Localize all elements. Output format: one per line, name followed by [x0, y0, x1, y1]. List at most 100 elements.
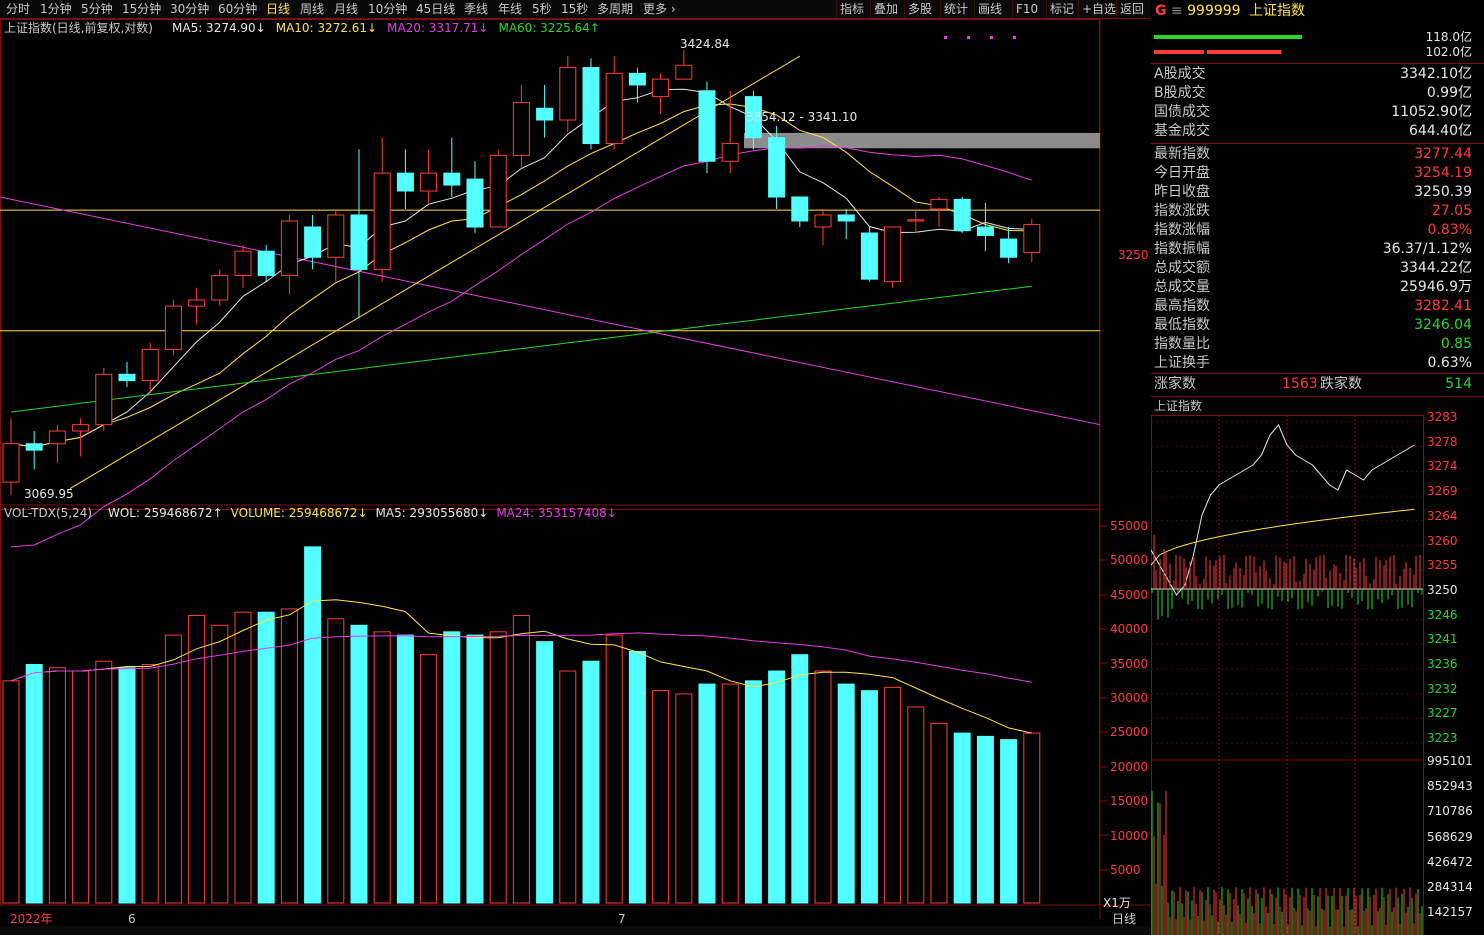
- volume-axis-tick: 15000: [1110, 794, 1149, 809]
- intraday-volume-tick: 142157: [1427, 905, 1473, 920]
- candle-body: [396, 172, 414, 192]
- indicator-tab-bar[interactable]: [0, 926, 1150, 935]
- candle-body: [211, 275, 229, 301]
- period-tab[interactable]: 1分钟: [40, 1, 72, 17]
- volume-bar: [280, 608, 298, 904]
- intraday-price-tick: 3250: [1427, 582, 1458, 597]
- candle-body: [930, 198, 948, 210]
- tool-button[interactable]: +自选: [1082, 1, 1116, 17]
- tool-button[interactable]: 叠加: [874, 1, 898, 17]
- volume-bar: [953, 732, 971, 904]
- volume-bar: [768, 670, 786, 904]
- volume-axis-tick: 5000: [1110, 863, 1141, 877]
- turnover-row: 基金成交 644.40亿: [1154, 123, 1472, 139]
- period-tab[interactable]: 60分钟: [218, 1, 257, 17]
- period-tab[interactable]: 季线: [464, 1, 488, 17]
- tool-button[interactable]: 返回: [1120, 1, 1144, 17]
- stat-row: 总成交额 3344.22亿: [1154, 260, 1472, 276]
- bar-value-2: 102.0亿: [1425, 45, 1472, 59]
- volume-axis-tick: 30000: [1110, 691, 1149, 705]
- period-tab[interactable]: 周线: [300, 1, 324, 17]
- buy-bar: [1154, 35, 1302, 39]
- tool-button[interactable]: F10: [1016, 1, 1038, 17]
- period-tab[interactable]: 45日线: [416, 1, 455, 17]
- tool-button[interactable]: 标记: [1050, 1, 1074, 17]
- volume-axis-tick: 40000: [1110, 622, 1149, 637]
- candle-body: [721, 143, 739, 162]
- ma20-line: [10, 144, 1032, 548]
- trend-line-up: [69, 55, 801, 489]
- period-tab[interactable]: 5分钟: [81, 1, 113, 17]
- sell-bar-2: [1207, 50, 1281, 54]
- intraday-volume-tick: 284314: [1427, 880, 1473, 894]
- period-tab[interactable]: 30分钟: [170, 1, 209, 17]
- volume-legend-item: VOLUME: 259468672↓: [230, 506, 368, 520]
- chart-area[interactable]: 上证指数(日线,前复权,对数) MA5: 3274.90↓ MA10: 3272.…: [0, 19, 1150, 935]
- candle-body: [976, 226, 994, 236]
- kline-chart[interactable]: [0, 19, 1150, 935]
- candle-body: [164, 305, 182, 350]
- stat-row: 上证换手 0.63%: [1154, 355, 1472, 371]
- volume-axis-tick: 55000: [1110, 519, 1149, 533]
- period-tab[interactable]: 更多 ›: [643, 1, 676, 17]
- candle-body: [559, 67, 577, 121]
- intraday-price-tick: 3255: [1427, 558, 1458, 573]
- volume-legend-item: MA5: 293055680↓: [375, 506, 489, 520]
- candle-body: [652, 78, 670, 98]
- volume-bar: [141, 663, 159, 904]
- candle-body: [95, 373, 113, 426]
- tool-button[interactable]: 多股: [908, 1, 932, 17]
- price-pane-frame: [0, 19, 1100, 510]
- volume-axis-tick: 10000: [1110, 828, 1149, 843]
- period-tab[interactable]: 5秒: [532, 1, 552, 17]
- intraday-volume-tick: 710786: [1427, 804, 1473, 819]
- volume-bar: [536, 641, 554, 904]
- volume-bar: [420, 654, 438, 904]
- volume-unit: X1万: [1103, 896, 1131, 910]
- intraday-price-line: [1151, 424, 1415, 596]
- candle-body: [837, 214, 855, 222]
- period-tab[interactable]: 15秒: [561, 1, 588, 17]
- turnover-row: A股成交 3342.10亿: [1154, 66, 1472, 82]
- volume-bar: [396, 634, 414, 904]
- volume-title: VOL-TDX(5,24): [4, 506, 93, 520]
- date-label-year: 2022年: [10, 912, 53, 926]
- candle-body: [953, 198, 971, 232]
- candle-body: [536, 107, 554, 121]
- stat-row: 指数量比 0.85: [1154, 336, 1472, 352]
- bar-value-1: 118.0亿: [1425, 30, 1472, 44]
- candle-body: [443, 172, 461, 186]
- volume-bar: [25, 663, 43, 904]
- stat-row: 总成交量 25946.9万: [1154, 279, 1472, 295]
- candle-body: [698, 90, 716, 162]
- candle-body: [234, 250, 252, 277]
- stat-row: 昨日收盘 3250.39: [1154, 184, 1472, 200]
- period-tab[interactable]: 15分钟: [122, 1, 161, 17]
- candle-body: [605, 72, 623, 145]
- tool-button[interactable]: 画线: [978, 1, 1002, 17]
- period-tab[interactable]: 多周期: [597, 1, 633, 17]
- period-tab[interactable]: 年线: [498, 1, 522, 17]
- candle-body: [907, 219, 925, 222]
- period-toolbar: 分时 1分钟 5分钟 15分钟 30分钟 60分钟 日线 周线 月线 10分钟 45日线 季线 年线 5秒…: [0, 0, 1150, 19]
- low-annotation: 3069.95: [24, 487, 74, 501]
- volume-bar: [605, 634, 623, 904]
- volume-bar: [72, 670, 90, 904]
- period-tab[interactable]: 日线: [266, 1, 290, 17]
- period-tab[interactable]: 10分钟: [368, 1, 407, 17]
- tool-button[interactable]: 统计: [944, 1, 968, 17]
- ma-legend-item: MA10: 3272.61↓: [275, 21, 378, 35]
- intraday-avg-line: [1151, 508, 1415, 566]
- stat-row: 最高指数 3282.41: [1154, 298, 1472, 314]
- period-tab[interactable]: 分时: [6, 1, 30, 17]
- candle-body: [814, 214, 832, 228]
- intraday-price-tick: 3227: [1427, 706, 1458, 721]
- volume-bar: [327, 618, 345, 904]
- zone-annotation: 3354.12 - 3341.10: [746, 110, 858, 124]
- volume-bar: [234, 611, 252, 904]
- volume-bar: [512, 614, 530, 904]
- candle-body: [350, 214, 368, 270]
- tool-button[interactable]: 指标: [840, 1, 864, 17]
- period-tab[interactable]: 月线: [334, 1, 358, 17]
- intraday-price-tick: 3283: [1427, 410, 1458, 424]
